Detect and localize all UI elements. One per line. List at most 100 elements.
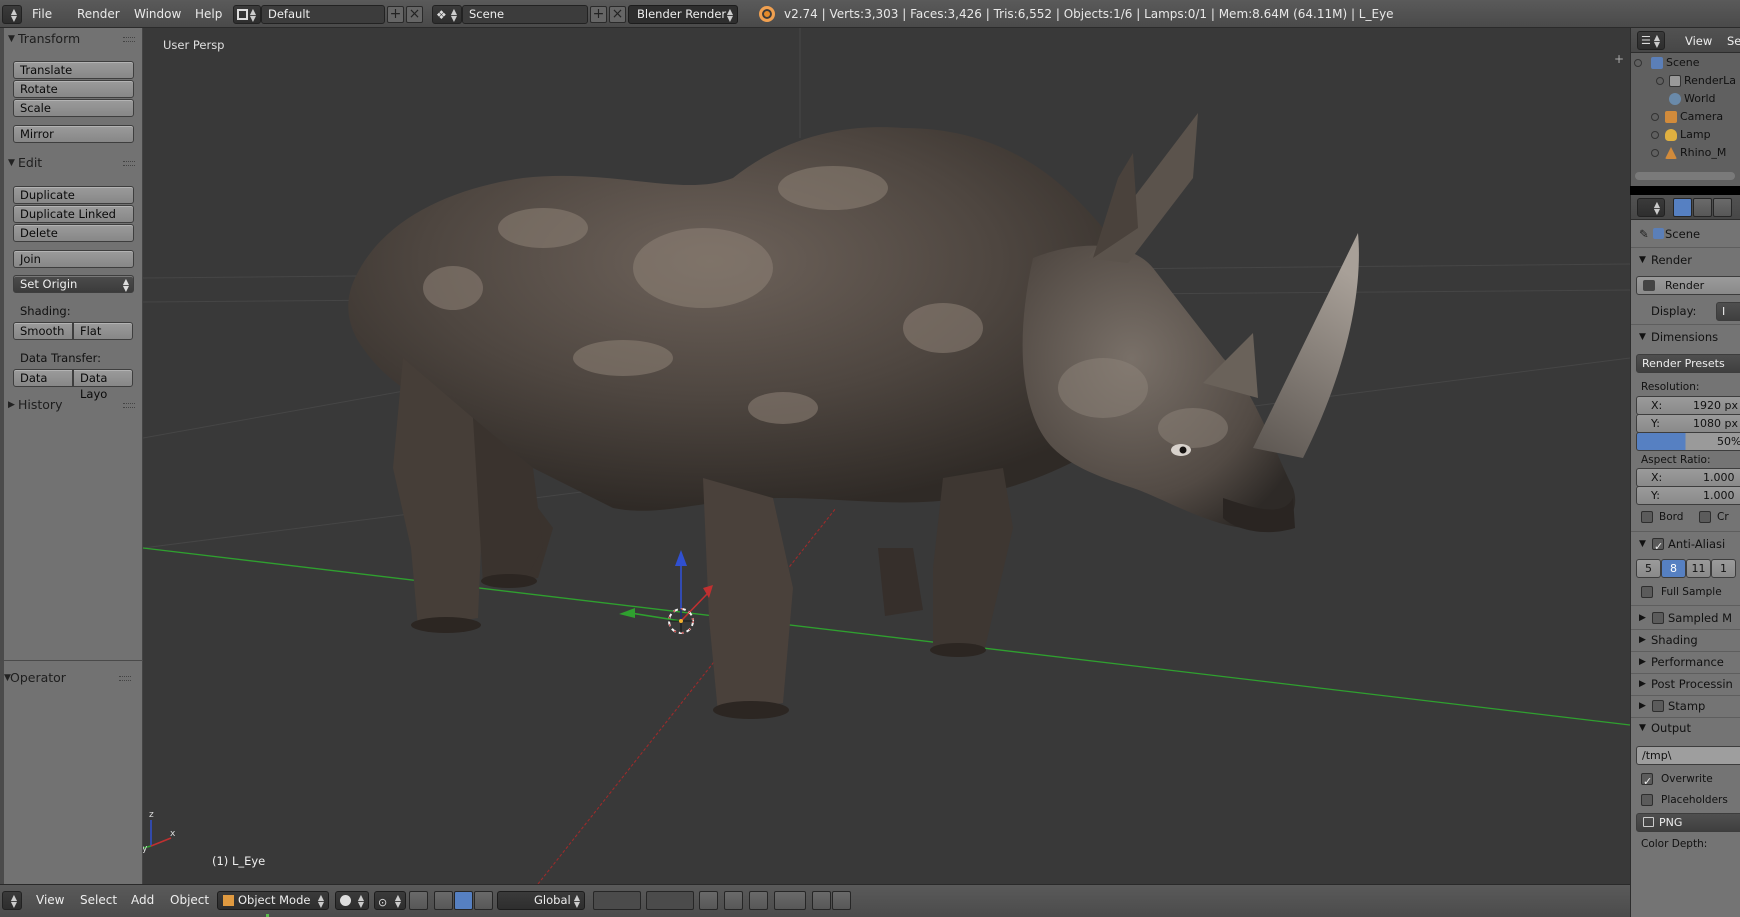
render-opengl-still-icon[interactable] xyxy=(812,891,831,910)
post-processing-section-header[interactable]: ▶ Post Processin xyxy=(1631,673,1740,695)
rotate-button[interactable]: Rotate xyxy=(13,80,134,98)
stamp-section-header[interactable]: ▶ Stamp xyxy=(1631,695,1740,717)
expand-icon[interactable] xyxy=(1651,149,1659,157)
outliner-item-camera[interactable]: Camera xyxy=(1631,107,1740,127)
render-layers-tab-icon[interactable] xyxy=(1693,198,1712,217)
duplicate-linked-button[interactable]: Duplicate Linked xyxy=(13,205,134,223)
anti-aliasing-checkbox[interactable] xyxy=(1652,536,1664,558)
viewport-shading-dropdown[interactable]: ▲ ▼ xyxy=(335,891,369,910)
anti-aliasing-section-header[interactable]: ▼ Anti-Aliasi xyxy=(1631,533,1740,558)
layer-buttons-group-1[interactable] xyxy=(593,891,641,910)
outliner-editor-type-button[interactable]: ☰ ▲ ▼ xyxy=(1637,31,1665,50)
drag-grip-icon[interactable] xyxy=(123,161,135,166)
data-transfer-button[interactable]: Data xyxy=(13,369,73,387)
output-section-header[interactable]: ▼ Output xyxy=(1631,717,1740,739)
performance-section-header[interactable]: ▶ Performance xyxy=(1631,651,1740,673)
resolution-y-field[interactable]: Y: 1080 px xyxy=(1636,414,1740,433)
aa-samples-11-button[interactable]: 11 xyxy=(1686,559,1711,578)
proportional-edit-icon[interactable] xyxy=(724,891,743,910)
editor-type-button[interactable]: ▲ ▼ xyxy=(2,5,22,24)
properties-editor-type-button[interactable]: ▲ ▼ xyxy=(1637,198,1665,217)
lock-layers-icon[interactable] xyxy=(699,891,718,910)
outliner-item-scene[interactable]: Scene xyxy=(1631,53,1740,73)
delete-button[interactable]: Delete xyxy=(13,224,134,242)
layout-name-field[interactable]: Default xyxy=(261,5,385,24)
translate-button[interactable]: Translate xyxy=(13,61,134,79)
pin-icon[interactable]: ✎ xyxy=(1639,223,1649,245)
flat-button[interactable]: Flat xyxy=(73,322,133,340)
snap-element-dropdown[interactable] xyxy=(774,891,806,910)
resolution-x-field[interactable]: X: 1920 px xyxy=(1636,396,1740,415)
transform-orientation-dropdown[interactable]: Global ▲ ▼ xyxy=(497,891,585,910)
render-button[interactable]: Render xyxy=(1636,276,1740,295)
menu-window[interactable]: Window xyxy=(134,0,181,28)
scale-button[interactable]: Scale xyxy=(13,99,134,117)
layer-buttons-group-2[interactable] xyxy=(646,891,694,910)
outliner-item-lamp[interactable]: Lamp xyxy=(1631,125,1740,145)
outliner-item-rhino[interactable]: Rhino_M xyxy=(1631,143,1740,163)
rotate-manipulator-icon[interactable] xyxy=(454,891,473,910)
outliner-search-menu[interactable]: Se xyxy=(1727,34,1740,48)
sampled-motion-blur-checkbox[interactable] xyxy=(1652,612,1664,624)
aa-samples-8-button[interactable]: 8 xyxy=(1661,559,1686,578)
drag-grip-icon[interactable] xyxy=(123,37,135,42)
menu-render[interactable]: Render xyxy=(77,0,120,28)
aspect-x-field[interactable]: X: 1.000 xyxy=(1636,468,1740,487)
panel-transform-header[interactable]: ▼ Transform xyxy=(4,28,143,50)
expand-icon[interactable] xyxy=(1651,131,1659,139)
full-sample-checkbox[interactable] xyxy=(1641,586,1653,598)
aa-samples-16-button[interactable]: 1 xyxy=(1711,559,1736,578)
smooth-button[interactable]: Smooth xyxy=(13,322,73,340)
add-layout-button[interactable]: + xyxy=(387,6,404,23)
stamp-checkbox[interactable] xyxy=(1652,700,1664,712)
dimensions-section-header[interactable]: ▼ Dimensions xyxy=(1631,326,1740,348)
remove-scene-button[interactable]: × xyxy=(609,6,626,23)
editor-type-button[interactable]: ▲ ▼ xyxy=(2,891,22,910)
panel-edit-header[interactable]: ▼ Edit xyxy=(4,152,143,174)
menu-help[interactable]: Help xyxy=(195,0,222,28)
output-path-field[interactable]: /tmp\ xyxy=(1636,746,1740,765)
add-scene-button[interactable]: + xyxy=(590,6,607,23)
remove-layout-button[interactable]: × xyxy=(406,6,423,23)
placeholders-checkbox[interactable] xyxy=(1641,794,1653,806)
menu-view[interactable]: View xyxy=(36,885,64,915)
expand-icon[interactable] xyxy=(1634,59,1642,67)
render-tab-camera-icon[interactable] xyxy=(1673,198,1692,217)
3d-viewport[interactable]: z y x User Persp (1) L_Eye + xyxy=(143,28,1630,884)
expand-icon[interactable] xyxy=(1656,77,1664,85)
mirror-button[interactable]: Mirror xyxy=(13,125,134,143)
outliner-item-world[interactable]: World xyxy=(1631,89,1740,109)
scene-selector[interactable]: ❖ ▲ ▼ xyxy=(432,5,462,24)
menu-file[interactable]: File xyxy=(32,0,52,28)
shading-section-header[interactable]: ▶ Shading xyxy=(1631,629,1740,651)
expand-icon[interactable] xyxy=(1651,113,1659,121)
scale-manipulator-icon[interactable] xyxy=(474,891,493,910)
aa-samples-5-button[interactable]: 5 xyxy=(1636,559,1661,578)
scene-tab-icon[interactable] xyxy=(1713,198,1732,217)
menu-add[interactable]: Add xyxy=(131,885,154,915)
crop-checkbox[interactable] xyxy=(1699,511,1711,523)
panel-operator-header[interactable]: ▼ Operator xyxy=(0,667,139,689)
aspect-y-field[interactable]: Y: 1.000 xyxy=(1636,486,1740,505)
render-engine-dropdown[interactable]: Blender Render ▲ ▼ xyxy=(628,5,738,24)
join-button[interactable]: Join xyxy=(13,250,134,268)
render-presets-dropdown[interactable]: Render Presets xyxy=(1636,354,1740,373)
outliner-view-menu[interactable]: View xyxy=(1685,34,1712,48)
file-format-dropdown[interactable]: PNG xyxy=(1636,813,1740,832)
sampled-motion-blur-header[interactable]: ▶ Sampled M xyxy=(1631,607,1740,629)
overwrite-checkbox[interactable] xyxy=(1641,771,1653,793)
set-origin-dropdown[interactable]: Set Origin ▲ ▼ xyxy=(13,275,134,293)
scene-name-field[interactable]: Scene xyxy=(462,5,588,24)
region-toggle-plus-icon[interactable]: + xyxy=(1614,52,1624,66)
display-dropdown[interactable]: I xyxy=(1716,302,1740,321)
outliner-item-renderlayers[interactable]: RenderLa xyxy=(1631,71,1740,91)
snapping-icon[interactable] xyxy=(749,891,768,910)
panel-history-header[interactable]: ▶ History xyxy=(4,394,143,416)
pivot-point-dropdown[interactable]: ⊙ ▲ ▼ xyxy=(374,891,406,910)
drag-grip-icon[interactable] xyxy=(123,403,135,408)
layout-selector[interactable]: ▲ ▼ xyxy=(233,5,261,24)
render-opengl-animation-icon[interactable] xyxy=(832,891,851,910)
menu-object[interactable]: Object xyxy=(170,885,209,915)
menu-select[interactable]: Select xyxy=(80,885,117,915)
border-checkbox[interactable] xyxy=(1641,511,1653,523)
